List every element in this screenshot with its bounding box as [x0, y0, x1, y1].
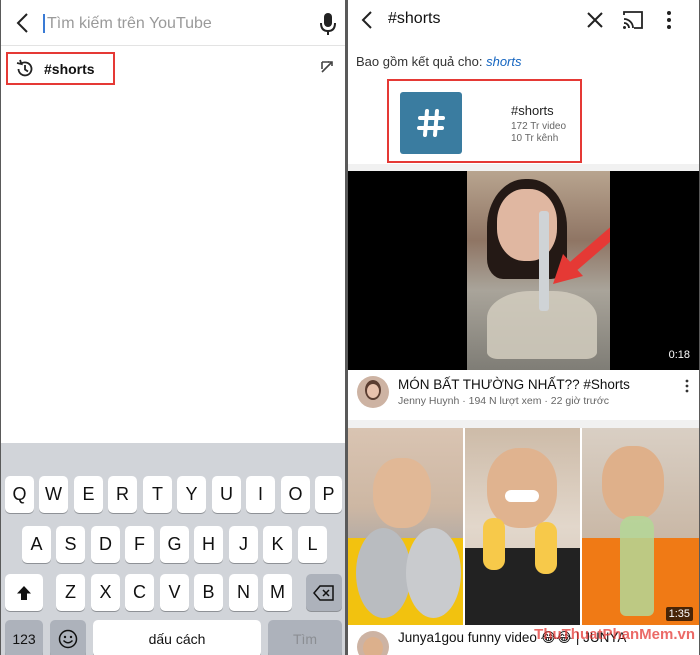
- key-b[interactable]: B: [194, 574, 223, 611]
- included-results-note: Bao gồm kết quả cho: shorts: [356, 54, 522, 69]
- results-screen: #shorts Bao gồm kết quả cho: shorts #sho…: [348, 0, 699, 655]
- thumbnail-panel: [582, 428, 699, 625]
- text-caret: [43, 14, 45, 33]
- key-d[interactable]: D: [91, 526, 120, 563]
- video-more-icon[interactable]: [685, 379, 689, 393]
- watermark: ThuThuatPhanMem.vn: [534, 626, 695, 643]
- shift-key[interactable]: [5, 574, 43, 611]
- key-t[interactable]: T: [143, 476, 172, 513]
- hashtag-icon: [417, 109, 445, 137]
- channel-avatar[interactable]: [357, 376, 389, 408]
- on-screen-keyboard: Q W E R T Y U I O P A S D F G H J K L Z …: [1, 443, 345, 655]
- video-duration: 1:35: [665, 607, 693, 621]
- key-g[interactable]: G: [160, 526, 189, 563]
- included-prefix: Bao gồm kết quả cho:: [356, 54, 487, 69]
- key-u[interactable]: U: [212, 476, 241, 513]
- key-z[interactable]: Z: [56, 574, 85, 611]
- video-thumbnail[interactable]: 0:18: [348, 171, 699, 370]
- video-info[interactable]: MÓN BẤT THƯỜNG NHẤT?? #Shorts Jenny Huyn…: [348, 370, 699, 420]
- search-query-title[interactable]: #shorts: [388, 10, 440, 28]
- video-title[interactable]: MÓN BẤT THƯỜNG NHẤT?? #Shorts: [398, 377, 630, 392]
- history-item-label: #shorts: [44, 61, 95, 77]
- search-history-item[interactable]: #shorts: [1, 46, 345, 92]
- hashtag-tile: [400, 92, 462, 154]
- history-icon: [16, 59, 33, 77]
- channel-avatar[interactable]: [357, 631, 389, 655]
- key-l[interactable]: L: [298, 526, 327, 563]
- microphone-icon[interactable]: [317, 12, 339, 36]
- key-v[interactable]: V: [160, 574, 189, 611]
- key-o[interactable]: O: [281, 476, 310, 513]
- key-n[interactable]: N: [229, 574, 258, 611]
- back-arrow-icon[interactable]: [356, 8, 380, 32]
- results-top-bar: #shorts: [348, 0, 699, 40]
- key-w[interactable]: W: [39, 476, 68, 513]
- red-arrow-annotation: [553, 227, 610, 284]
- key-s[interactable]: S: [56, 526, 85, 563]
- video-thumbnail[interactable]: 1:35: [348, 428, 699, 625]
- key-k[interactable]: K: [263, 526, 292, 563]
- hashtag-name: #shorts: [511, 103, 554, 118]
- hashtag-video-count: 172 Tr video: [511, 121, 567, 132]
- more-options-icon[interactable]: [663, 9, 675, 31]
- close-icon[interactable]: [584, 9, 606, 31]
- space-key[interactable]: dấu cách: [93, 620, 261, 655]
- video-duration: 0:18: [665, 348, 693, 362]
- key-c[interactable]: C: [125, 574, 154, 611]
- back-arrow-icon[interactable]: [11, 10, 37, 36]
- fill-query-arrow-icon[interactable]: [319, 59, 335, 75]
- key-p[interactable]: P: [315, 476, 342, 513]
- search-bar: Tìm kiếm trên YouTube: [1, 0, 345, 46]
- key-e[interactable]: E: [74, 476, 103, 513]
- key-x[interactable]: X: [91, 574, 120, 611]
- numbers-key[interactable]: 123: [5, 620, 43, 655]
- emoji-key[interactable]: [50, 620, 86, 655]
- cast-icon[interactable]: [621, 9, 645, 31]
- key-h[interactable]: H: [194, 526, 223, 563]
- thumbnail-image: [467, 171, 610, 370]
- key-m[interactable]: M: [263, 574, 292, 611]
- search-key[interactable]: Tìm: [268, 620, 342, 655]
- shift-arrow-icon: [17, 585, 31, 600]
- key-i[interactable]: I: [246, 476, 275, 513]
- included-query-link[interactable]: shorts: [486, 54, 521, 69]
- search-input[interactable]: Tìm kiếm trên YouTube: [47, 15, 212, 33]
- key-q[interactable]: Q: [5, 476, 34, 513]
- key-a[interactable]: A: [22, 526, 51, 563]
- video-subtitle: Jenny Huynh · 194 N lượt xem · 22 giờ tr…: [398, 395, 609, 407]
- search-screen: Tìm kiếm trên YouTube #shorts Q W E R T …: [1, 0, 345, 655]
- backspace-icon: [313, 584, 334, 601]
- thumbnail-panel: [348, 428, 463, 625]
- backspace-key[interactable]: [306, 574, 342, 611]
- thumbnail-panel: [465, 428, 580, 625]
- key-j[interactable]: J: [229, 526, 258, 563]
- section-divider: [348, 420, 699, 428]
- hashtag-card[interactable]: #shorts 172 Tr video 10 Tr kênh: [387, 79, 582, 163]
- key-r[interactable]: R: [108, 476, 137, 513]
- key-f[interactable]: F: [125, 526, 154, 563]
- emoji-icon: [58, 629, 78, 648]
- key-y[interactable]: Y: [177, 476, 206, 513]
- hashtag-channel-count: 10 Tr kênh: [511, 133, 559, 144]
